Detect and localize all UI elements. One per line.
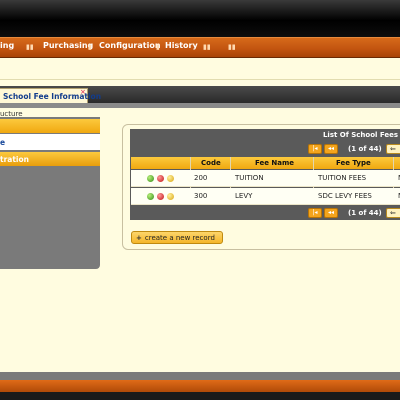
table-header: Code Fee Name Fee Type N	[131, 157, 400, 169]
close-icon[interactable]: ×	[80, 88, 86, 96]
first-page-icon[interactable]: |◂	[308, 208, 322, 218]
cell-code: 300	[194, 192, 208, 200]
first-page-icon[interactable]: |◂	[308, 144, 322, 154]
edit-icon[interactable]	[167, 175, 174, 182]
table-row[interactable]: 200 TUITION TUITION FEES N	[131, 170, 400, 187]
delete-icon[interactable]	[157, 175, 164, 182]
view-icon[interactable]	[147, 175, 154, 182]
prev-page-icon[interactable]: ◂◂	[324, 208, 338, 218]
menu-separator-icon: ▮▮	[228, 43, 236, 51]
cell-fee-type: SDC LEVY FEES	[318, 192, 372, 200]
top-black-banner	[0, 0, 400, 37]
table-row[interactable]: 300 LEVY SDC LEVY FEES N	[131, 188, 400, 205]
menu-item-configuration[interactable]: Configuration	[99, 41, 161, 50]
tab-label: School Fee Information	[3, 92, 102, 101]
create-record-button[interactable]: + create a new record	[131, 231, 223, 244]
menu-item-history[interactable]: History	[165, 41, 198, 50]
tab-bar-underline	[0, 103, 400, 108]
pager-top: |◂ ◂◂ (1 of 44) ⇐	[130, 143, 400, 156]
cell-fee-name: LEVY	[235, 192, 253, 200]
menu-item-purchasing[interactable]: Purchasing	[43, 41, 93, 50]
column-header-fee-name[interactable]: Fee Name	[255, 159, 294, 167]
tab-school-fee-information[interactable]: School Fee Information	[0, 88, 101, 103]
menu-separator-icon: ▮▮	[26, 43, 34, 51]
toolbar-strip	[0, 58, 400, 66]
footer-strip	[0, 372, 400, 380]
plus-icon: +	[136, 234, 142, 242]
school-fees-table: List Of School Fees |◂ ◂◂ (1 of 44) ⇐ Co…	[130, 129, 400, 220]
cell-fee-name: TUITION	[235, 174, 264, 182]
table-title: List Of School Fees	[322, 131, 398, 139]
left-nav-panel: e tration	[0, 117, 100, 269]
menu-separator-icon: ▮▮	[203, 43, 211, 51]
column-header-fee-type[interactable]: Fee Type	[336, 159, 371, 167]
footer-strip	[0, 380, 400, 392]
footer-strip	[0, 392, 400, 400]
left-panel-header	[0, 119, 100, 133]
left-nav-item[interactable]: e	[0, 134, 100, 150]
pager-bottom: |◂ ◂◂ (1 of 44) ⇐	[130, 207, 400, 220]
delete-icon[interactable]	[157, 193, 164, 200]
toolbar-strip	[0, 66, 400, 80]
menu-bar: ing ▮▮ Purchasing ▮ Configuration ▮ Hist…	[0, 37, 400, 58]
menu-separator-icon: ▮	[88, 43, 92, 51]
left-nav-item[interactable]: tration	[0, 152, 100, 166]
view-icon[interactable]	[147, 193, 154, 200]
next-page-button[interactable]: ⇐	[386, 208, 400, 218]
page-info: (1 of 44)	[348, 145, 382, 153]
menu-separator-icon: ▮	[156, 43, 160, 51]
next-page-button[interactable]: ⇐	[386, 144, 400, 154]
menu-item-ing[interactable]: ing	[0, 41, 14, 50]
column-header-code[interactable]: Code	[201, 159, 221, 167]
edit-icon[interactable]	[167, 193, 174, 200]
prev-page-icon[interactable]: ◂◂	[324, 144, 338, 154]
cell-code: 200	[194, 174, 208, 182]
app-window: ing ▮▮ Purchasing ▮ Configuration ▮ Hist…	[0, 0, 400, 400]
page-info: (1 of 44)	[348, 209, 382, 217]
create-record-label: create a new record	[144, 234, 215, 242]
tab-bar: School Fee Information ×	[0, 86, 400, 103]
cell-fee-type: TUITION FEES	[318, 174, 367, 182]
